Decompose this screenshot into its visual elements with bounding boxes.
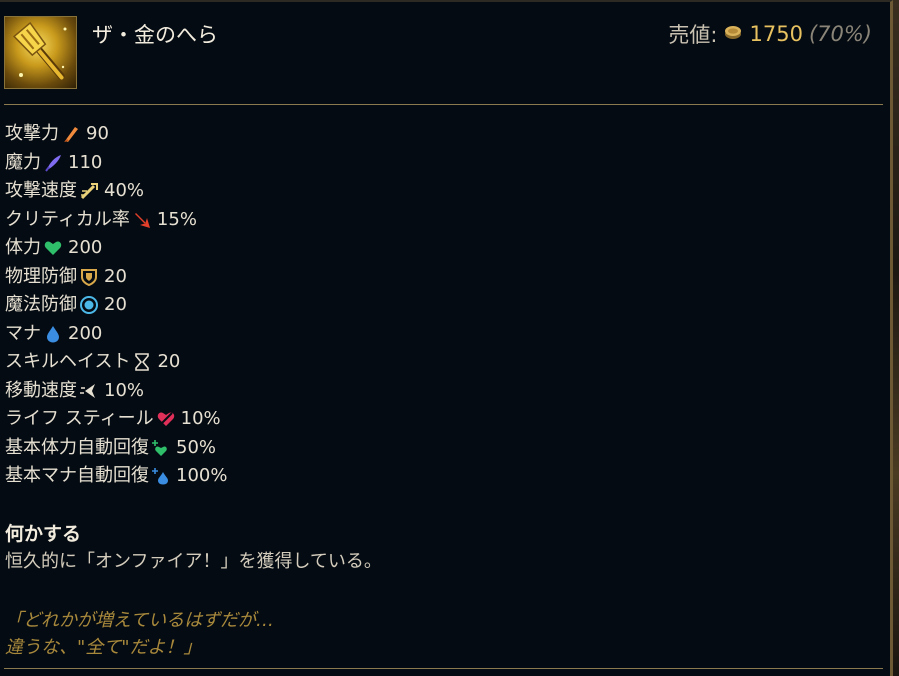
stat-row: ライフ スティール 10% [5, 405, 227, 434]
sell-label: 売値: [668, 23, 718, 47]
header-divider [4, 104, 883, 105]
flavor-line: 違うな、"全て"だよ！」 [5, 637, 202, 658]
stat-row: 体力 200 [5, 234, 227, 263]
stat-value: 20 [104, 265, 127, 287]
stat-row: 物理防御 20 [5, 263, 227, 292]
magic-resist-icon [78, 294, 100, 316]
stat-row: 基本体力自動回復 50% [5, 434, 227, 463]
stat-value: 200 [68, 237, 103, 258]
stat-row: 攻撃速度 40% [5, 177, 227, 206]
stat-row: クリティカル率 15% [5, 206, 227, 235]
stat-label: 魔力 [5, 151, 41, 173]
gold-coin-icon [723, 22, 743, 47]
stat-row: 魔力 110 [5, 149, 227, 178]
stat-value: 10% [104, 379, 145, 401]
passive-description: 恒久的に「オンファイア！」を獲得している。 [5, 551, 382, 572]
stat-label: 移動速度 [5, 379, 77, 401]
stat-row: マナ 200 [5, 320, 227, 349]
armor-icon [78, 266, 100, 288]
flavor-line: 「どれかが増えているはずだが… [5, 610, 274, 631]
stat-value: 20 [157, 351, 181, 372]
footer-divider [4, 668, 883, 669]
stat-label: ライフ スティール [5, 408, 154, 429]
stat-value: 90 [86, 123, 109, 144]
window-edge [893, 0, 899, 676]
stat-label: 基本マナ自動回復 [5, 465, 149, 486]
item-tooltip: ザ・金のへら 売値: 1750 (70%) 攻撃力 90 魔力 110 攻撃速度… [0, 0, 893, 676]
health-icon [42, 237, 64, 259]
stat-value: 15% [156, 208, 197, 230]
stat-row: スキルヘイスト 20 [5, 348, 227, 377]
stat-value: 50% [176, 436, 217, 458]
stat-label: 物理防御 [5, 265, 77, 287]
stat-label: 基本体力自動回復 [5, 436, 149, 458]
stat-label: 攻撃力 [5, 123, 59, 144]
stat-value: 200 [68, 322, 103, 344]
attack-speed-icon [78, 180, 100, 202]
stat-label: 体力 [5, 237, 41, 258]
stat-label: 魔法防御 [5, 294, 77, 315]
stat-label: 攻撃速度 [5, 180, 77, 201]
stat-row: 移動速度 10% [5, 377, 227, 406]
stat-label: スキルヘイスト [5, 351, 131, 372]
sell-price: 売値: 1750 (70%) [668, 19, 872, 49]
move-speed-icon [78, 380, 100, 402]
passive-title: 何かする [5, 523, 82, 545]
stat-value: 110 [68, 151, 103, 173]
golden-spatula-icon [4, 16, 77, 89]
stat-label: クリティカル率 [5, 208, 130, 230]
attack-damage-icon [60, 123, 82, 145]
stat-value: 10% [180, 408, 221, 429]
stats-list: 攻撃力 90 魔力 110 攻撃速度 40% クリティカル率 15% 体力 20… [5, 120, 227, 491]
stat-row: 基本マナ自動回復 100% [5, 462, 227, 491]
stat-value: 40% [104, 180, 145, 201]
hourglass-icon [131, 351, 153, 373]
crit-chance-icon [131, 209, 153, 231]
stat-row: 攻撃力 90 [5, 120, 227, 149]
flavor-text: 「どれかが増えているはずだが… 違うな、"全て"だよ！」 [5, 607, 274, 661]
mana-regen-icon [150, 465, 172, 487]
life-steal-icon [155, 408, 177, 430]
mana-icon [42, 323, 64, 345]
health-regen-icon [150, 437, 172, 459]
sell-percent: (70%) [808, 22, 872, 46]
ability-power-icon [42, 152, 64, 174]
stat-value: 100% [176, 465, 228, 486]
item-name: ザ・金のへら [92, 23, 218, 47]
sell-value: 1750 [749, 22, 803, 46]
stat-value: 20 [104, 294, 127, 315]
stat-row: 魔法防御 20 [5, 291, 227, 320]
stat-label: マナ [5, 322, 41, 344]
